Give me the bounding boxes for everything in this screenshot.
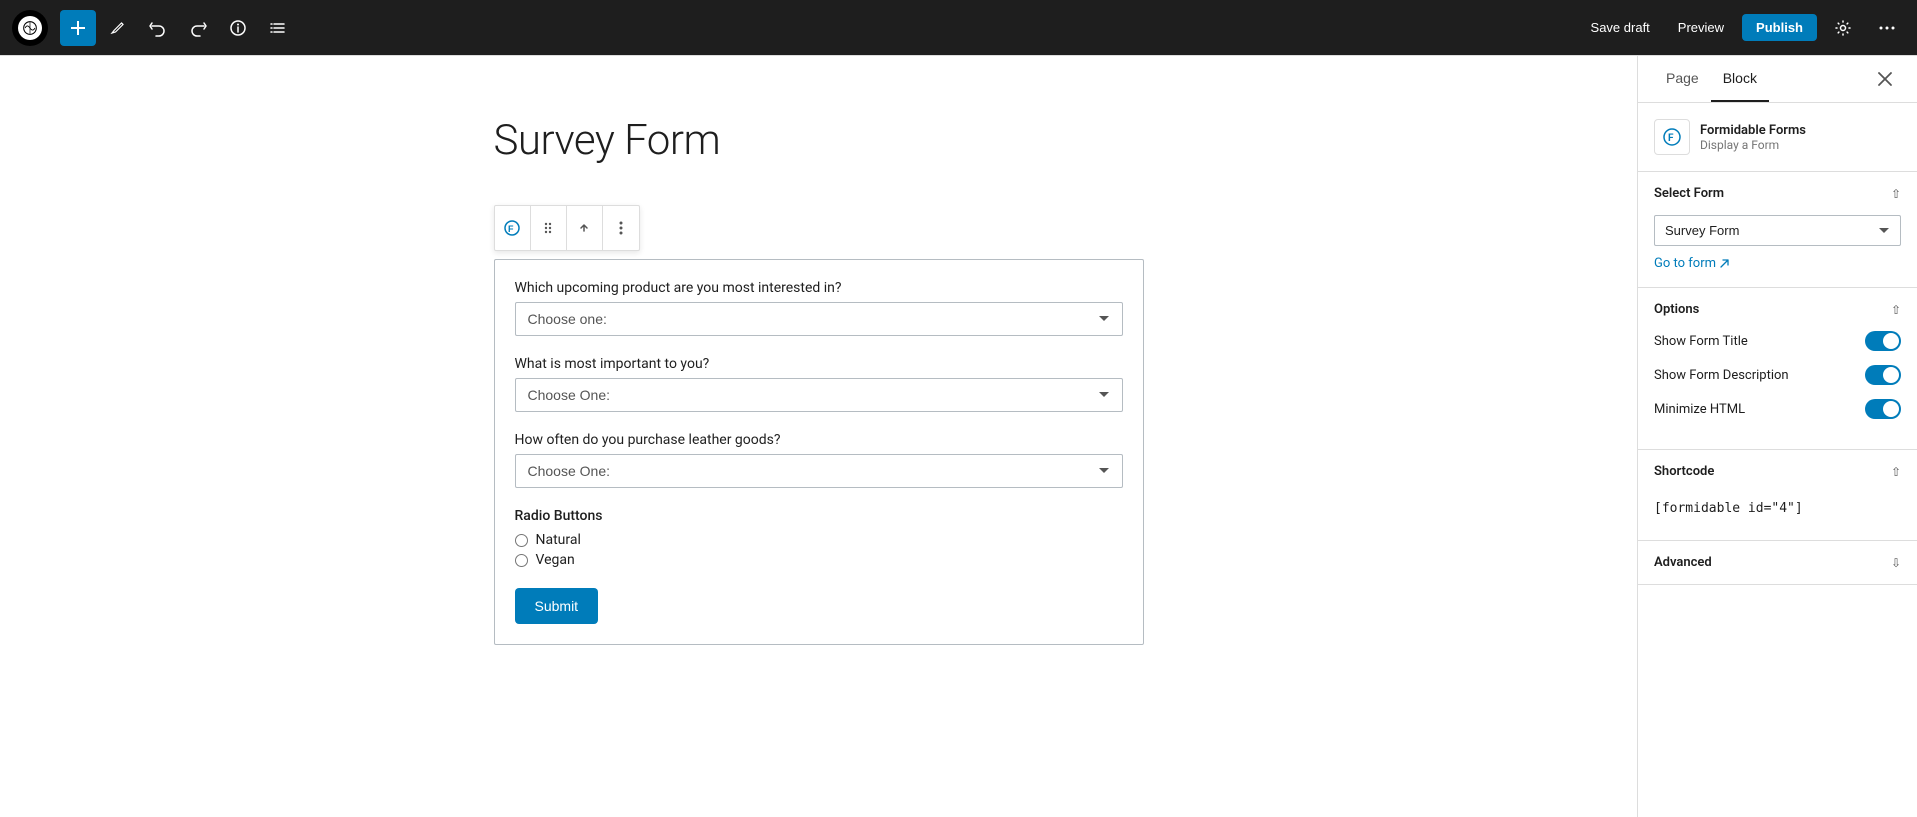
move-up-button[interactable] (567, 206, 603, 250)
radio-group-title: Radio Buttons (515, 508, 1123, 524)
minimize-html-toggle[interactable] (1865, 399, 1901, 419)
block-info: F Formidable Forms Display a Form (1638, 103, 1917, 172)
details-button[interactable] (220, 10, 256, 46)
options-chevron: ⇧ (1891, 303, 1901, 317)
wp-logo[interactable] (12, 10, 48, 46)
block-icon: F (1654, 119, 1690, 155)
settings-button[interactable] (1825, 10, 1861, 46)
show-desc-toggle[interactable] (1865, 365, 1901, 385)
block-desc: Display a Form (1700, 138, 1806, 152)
shortcode-chevron: ⇧ (1891, 465, 1901, 479)
edit-tool-button[interactable] (100, 10, 136, 46)
svg-text:F: F (508, 224, 514, 234)
radio-vegan-label: Vegan (536, 552, 575, 568)
select-form-chevron: ⇧ (1891, 187, 1901, 201)
toolbar-right: Save draft Preview Publish (1581, 10, 1905, 46)
toolbar-left (12, 10, 296, 46)
question-3-label: How often do you purchase leather goods? (515, 432, 1123, 448)
question-2-select[interactable]: Choose One: (515, 378, 1123, 412)
undo-button[interactable] (140, 10, 176, 46)
option-row-minimize-html: Minimize HTML (1654, 399, 1901, 419)
more-block-options-button[interactable] (603, 206, 639, 250)
select-form-header[interactable]: Select Form ⇧ (1638, 172, 1917, 215)
submit-button[interactable]: Submit (515, 588, 599, 624)
advanced-header[interactable]: Advanced ⇩ (1638, 541, 1917, 584)
sidebar-tabs: Page Block (1638, 56, 1917, 103)
go-to-form-link[interactable]: Go to form (1654, 256, 1730, 271)
form-field-3: How often do you purchase leather goods?… (515, 432, 1123, 488)
select-form-section: Select Form ⇧ Survey Form Go to form (1638, 172, 1917, 288)
option-show-desc-label: Show Form Description (1654, 368, 1789, 383)
show-title-toggle[interactable] (1865, 331, 1901, 351)
options-section: Options ⇧ Show Form Title Show Form Desc… (1638, 288, 1917, 450)
editor-content: Survey Form F (494, 116, 1144, 645)
shortcode-body: [formidable id="4"] (1638, 493, 1917, 540)
options-title: Options (1654, 302, 1699, 317)
top-toolbar: Save draft Preview Publish (0, 0, 1917, 56)
editor-area: Survey Form F (0, 56, 1637, 817)
tab-block[interactable]: Block (1711, 56, 1769, 102)
close-sidebar-button[interactable] (1869, 63, 1901, 95)
save-draft-button[interactable]: Save draft (1581, 14, 1660, 41)
main-layout: Survey Form F (0, 56, 1917, 817)
options-body: Show Form Title Show Form Description Mi… (1638, 331, 1917, 449)
page-title[interactable]: Survey Form (494, 116, 1144, 165)
option-row-show-description: Show Form Description (1654, 365, 1901, 385)
tab-page[interactable]: Page (1654, 56, 1711, 102)
radio-group: Radio Buttons Natural Vegan (515, 508, 1123, 568)
select-form-title: Select Form (1654, 186, 1724, 201)
radio-natural-input[interactable] (515, 534, 528, 547)
advanced-section: Advanced ⇩ (1638, 541, 1917, 585)
block-toolbar: F (494, 205, 640, 251)
block-name: Formidable Forms (1700, 123, 1806, 138)
list-view-button[interactable] (260, 10, 296, 46)
shortcode-header[interactable]: Shortcode ⇧ (1638, 450, 1917, 493)
option-minimize-html-label: Minimize HTML (1654, 402, 1745, 417)
form-field-2: What is most important to you? Choose On… (515, 356, 1123, 412)
radio-option-vegan[interactable]: Vegan (515, 552, 1123, 568)
publish-button[interactable]: Publish (1742, 14, 1817, 41)
shortcode-title: Shortcode (1654, 464, 1714, 479)
advanced-chevron: ⇩ (1891, 556, 1901, 570)
svg-text:F: F (1668, 133, 1674, 144)
block-type-button[interactable]: F (495, 206, 531, 250)
more-options-button[interactable] (1869, 10, 1905, 46)
radio-vegan-input[interactable] (515, 554, 528, 567)
block-text: Formidable Forms Display a Form (1700, 123, 1806, 152)
shortcode-value: [formidable id="4"] (1654, 493, 1901, 524)
add-block-button[interactable] (60, 10, 96, 46)
question-1-select[interactable]: Choose one: (515, 302, 1123, 336)
radio-natural-label: Natural (536, 532, 581, 548)
radio-option-natural[interactable]: Natural (515, 532, 1123, 548)
preview-button[interactable]: Preview (1668, 14, 1734, 41)
shortcode-section: Shortcode ⇧ [formidable id="4"] (1638, 450, 1917, 541)
question-1-label: Which upcoming product are you most inte… (515, 280, 1123, 296)
drag-handle-button[interactable] (531, 206, 567, 250)
option-row-show-title: Show Form Title (1654, 331, 1901, 351)
question-2-label: What is most important to you? (515, 356, 1123, 372)
question-3-select[interactable]: Choose One: (515, 454, 1123, 488)
advanced-title: Advanced (1654, 555, 1712, 570)
select-form-body: Survey Form Go to form (1638, 215, 1917, 287)
redo-button[interactable] (180, 10, 216, 46)
right-sidebar: Page Block F Formidable Forms Display a … (1637, 56, 1917, 817)
options-header[interactable]: Options ⇧ (1638, 288, 1917, 331)
option-show-title-label: Show Form Title (1654, 334, 1748, 349)
form-field-1: Which upcoming product are you most inte… (515, 280, 1123, 336)
form-block: Which upcoming product are you most inte… (494, 259, 1144, 645)
form-selector-dropdown[interactable]: Survey Form (1654, 215, 1901, 246)
go-to-form-label: Go to form (1654, 256, 1716, 271)
